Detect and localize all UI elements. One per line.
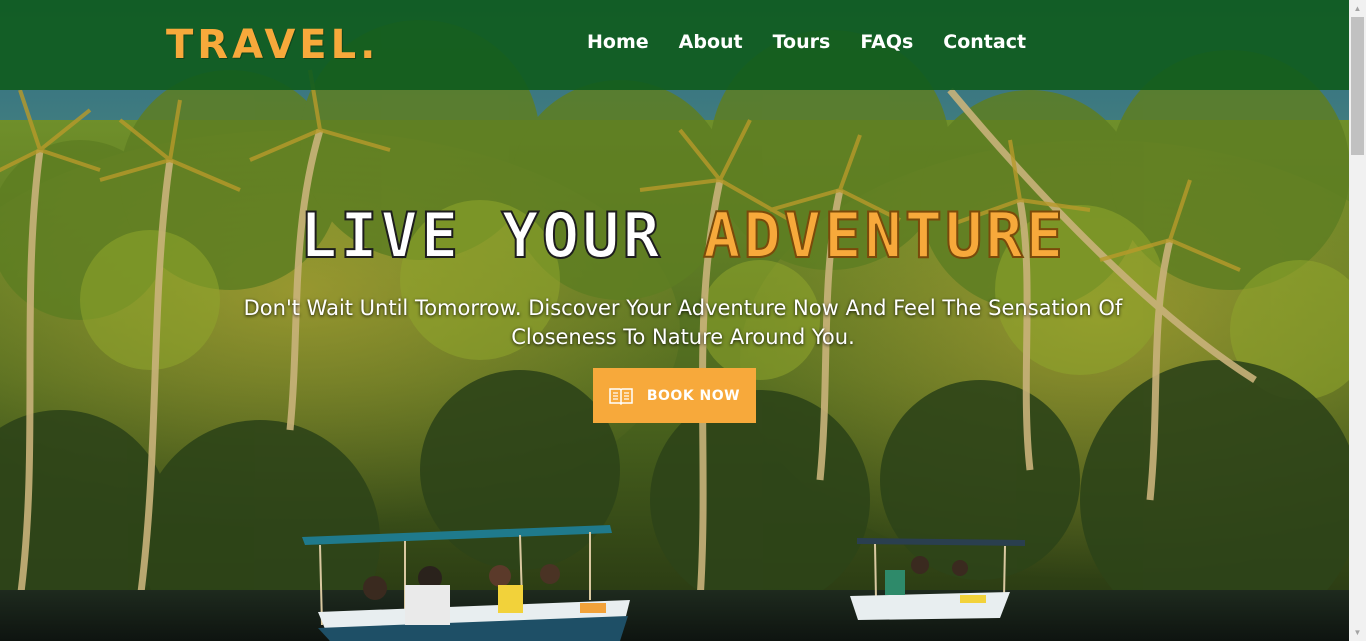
nav-contact[interactable]: Contact bbox=[943, 30, 1026, 54]
scroll-up-arrow-icon[interactable]: ▲ bbox=[1349, 0, 1366, 17]
nav-links: Home About Tours FAQs Contact bbox=[587, 30, 1026, 54]
book-now-label: BOOK NOW bbox=[646, 387, 741, 404]
logo[interactable]: TRAVEL. bbox=[166, 22, 379, 68]
book-icon bbox=[609, 387, 633, 405]
nav-tours[interactable]: Tours bbox=[773, 30, 831, 54]
scrollbar-thumb[interactable] bbox=[1351, 17, 1364, 155]
page-scrollbar[interactable]: ▲ ▼ bbox=[1349, 0, 1366, 641]
page: TRAVEL. Home About Tours FAQs Contact LI… bbox=[0, 0, 1366, 641]
nav-about[interactable]: About bbox=[679, 30, 743, 54]
nav-faqs[interactable]: FAQs bbox=[860, 30, 913, 54]
headline-adventure: ADVENTURE bbox=[702, 198, 1067, 273]
hero-subtitle: Don't Wait Until Tomorrow. Discover Your… bbox=[243, 296, 1123, 349]
headline-live-your: LIVE YOUR bbox=[299, 198, 663, 273]
navbar: TRAVEL. Home About Tours FAQs Contact bbox=[0, 0, 1366, 90]
nav-home[interactable]: Home bbox=[587, 30, 649, 54]
hero-headline: LIVE YOUR ADVENTURE bbox=[0, 198, 1366, 274]
book-now-button[interactable]: BOOK NOW bbox=[593, 368, 756, 423]
scroll-down-arrow-icon[interactable]: ▼ bbox=[1349, 624, 1366, 641]
